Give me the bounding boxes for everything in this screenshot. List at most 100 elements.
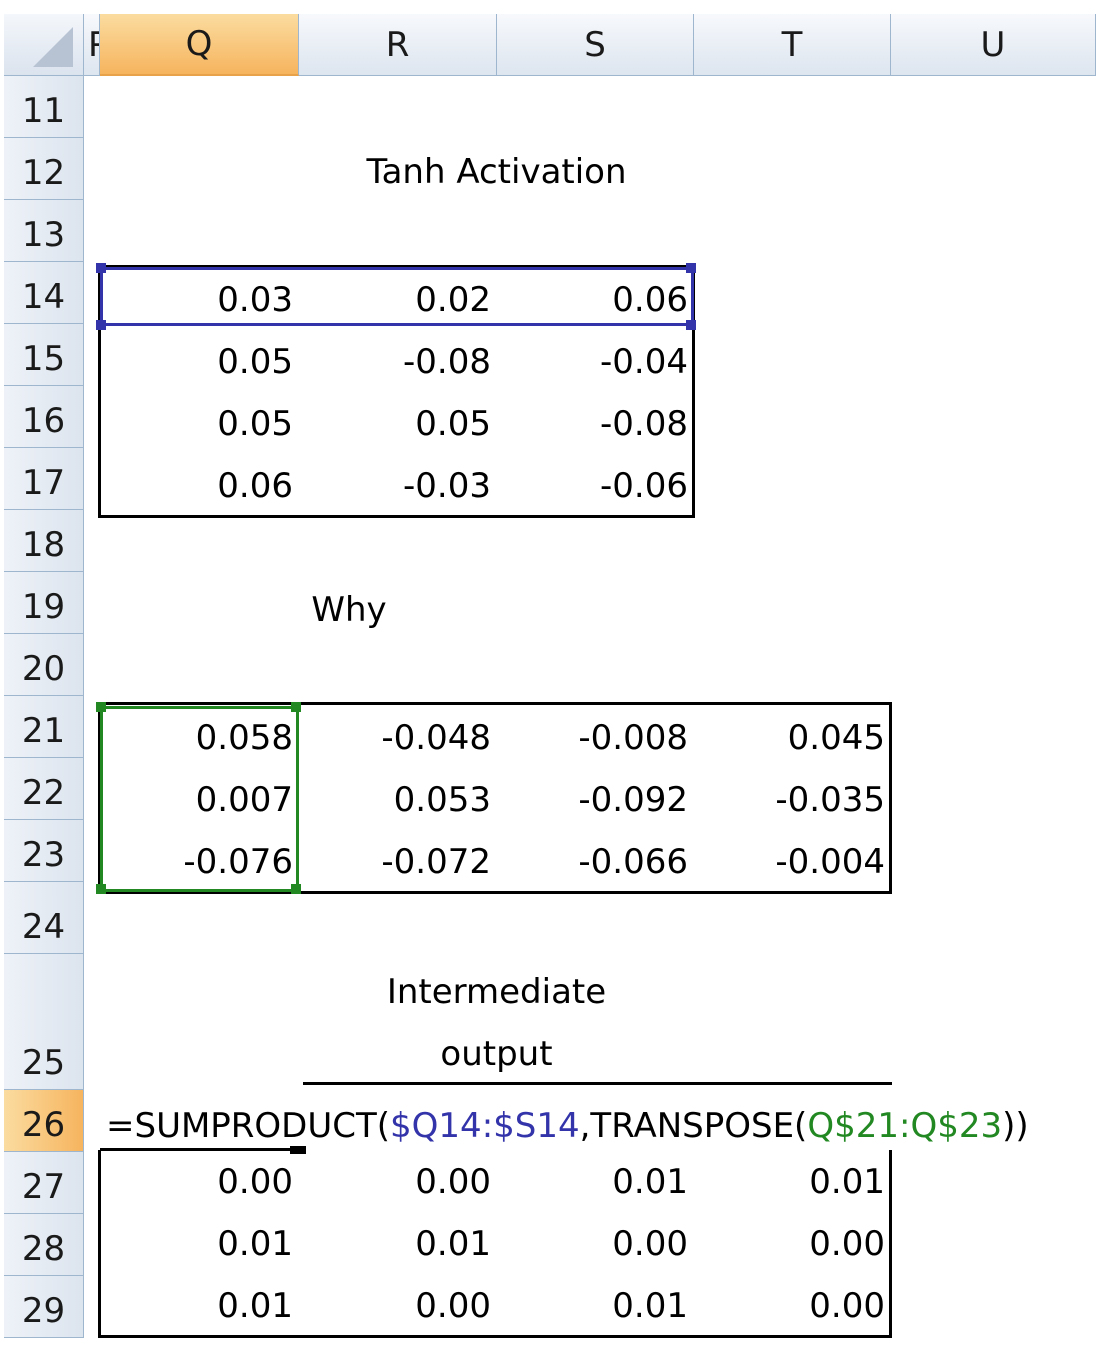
cell-s16[interactable]: -0.08 bbox=[497, 398, 694, 448]
cell-r29[interactable]: 0.00 bbox=[299, 1280, 497, 1330]
column-header-t[interactable]: T bbox=[694, 14, 891, 76]
formula-in-cell[interactable]: =SUMPRODUCT($Q14:$S14 ,TRANSPOSE(Q$21:Q$2… bbox=[106, 1096, 1029, 1146]
row-header-label: 17 bbox=[21, 463, 66, 503]
cell-q23[interactable]: -0.076 bbox=[100, 836, 299, 886]
cell-t28[interactable]: 0.00 bbox=[694, 1218, 891, 1268]
row-header-label: 25 bbox=[21, 1043, 66, 1083]
cell-q17[interactable]: 0.06 bbox=[100, 460, 299, 510]
cell-q15[interactable]: 0.05 bbox=[100, 336, 299, 386]
row-header-15[interactable]: 15 bbox=[4, 324, 84, 386]
tanh-title[interactable]: Tanh Activation bbox=[299, 146, 694, 196]
row-header-16[interactable]: 16 bbox=[4, 386, 84, 448]
row-header-28[interactable]: 28 bbox=[4, 1214, 84, 1276]
row-header-25[interactable]: 25 bbox=[4, 954, 84, 1090]
column-header-label: S bbox=[584, 24, 606, 65]
select-all-corner[interactable] bbox=[4, 14, 84, 76]
cell-t29[interactable]: 0.00 bbox=[694, 1280, 891, 1330]
row-header-14[interactable]: 14 bbox=[4, 262, 84, 324]
range-handle[interactable] bbox=[96, 702, 106, 712]
cell-r21[interactable]: -0.048 bbox=[299, 712, 497, 762]
cell-r28[interactable]: 0.01 bbox=[299, 1218, 497, 1268]
cell-s27[interactable]: 0.01 bbox=[497, 1156, 694, 1206]
formula-suffix: )) bbox=[1002, 1106, 1029, 1146]
cell-s28[interactable]: 0.00 bbox=[497, 1218, 694, 1268]
row-header-label: 12 bbox=[21, 153, 66, 193]
range-handle[interactable] bbox=[686, 263, 696, 273]
row-header-label: 15 bbox=[21, 339, 66, 379]
spreadsheet: P Q R S T U 11 12 13 14 15 16 17 18 19 2… bbox=[0, 0, 1100, 1358]
column-header-q[interactable]: Q bbox=[100, 14, 299, 76]
column-header-label: P bbox=[88, 25, 99, 65]
column-header-p[interactable]: P bbox=[84, 14, 100, 76]
row-header-27[interactable]: 27 bbox=[4, 1152, 84, 1214]
row-header-label: 26 bbox=[21, 1105, 66, 1145]
range-handle[interactable] bbox=[96, 263, 106, 273]
cell-q27[interactable]: 0.00 bbox=[100, 1156, 299, 1206]
cell-s23[interactable]: -0.066 bbox=[497, 836, 694, 886]
row-header-21[interactable]: 21 bbox=[4, 696, 84, 758]
row-header-label: 21 bbox=[21, 711, 66, 751]
row-header-29[interactable]: 29 bbox=[4, 1276, 84, 1338]
row-header-20[interactable]: 20 bbox=[4, 634, 84, 696]
column-header-label: Q bbox=[185, 24, 213, 64]
cell-r23[interactable]: -0.072 bbox=[299, 836, 497, 886]
range-handle[interactable] bbox=[291, 702, 301, 712]
row-header-label: 22 bbox=[21, 773, 66, 813]
cell-r14[interactable]: 0.02 bbox=[299, 274, 497, 324]
column-header-r[interactable]: R bbox=[299, 14, 497, 76]
intermediate-title-line2[interactable]: output bbox=[299, 1028, 694, 1078]
row-header-18[interactable]: 18 bbox=[4, 510, 84, 572]
row-header-label: 28 bbox=[21, 1229, 66, 1269]
cell-q16[interactable]: 0.05 bbox=[100, 398, 299, 448]
intermediate-top-border bbox=[303, 1082, 892, 1085]
cell-s14[interactable]: 0.06 bbox=[497, 274, 694, 324]
fill-handle[interactable] bbox=[290, 1146, 306, 1154]
cell-r22[interactable]: 0.053 bbox=[299, 774, 497, 824]
row-header-label: 20 bbox=[21, 649, 66, 689]
column-header-label: R bbox=[385, 24, 410, 65]
formula-prefix: =SUMPRODUCT( bbox=[106, 1106, 391, 1146]
row-header-22[interactable]: 22 bbox=[4, 758, 84, 820]
cell-q21[interactable]: 0.058 bbox=[100, 712, 299, 762]
cell-t27[interactable]: 0.01 bbox=[694, 1156, 891, 1206]
row-header-label: 23 bbox=[21, 835, 66, 875]
row-header-26[interactable]: 26 bbox=[4, 1090, 84, 1152]
cell-r17[interactable]: -0.03 bbox=[299, 460, 497, 510]
row-header-label: 11 bbox=[21, 91, 66, 131]
cell-s17[interactable]: -0.06 bbox=[497, 460, 694, 510]
cell-q29[interactable]: 0.01 bbox=[100, 1280, 299, 1330]
cell-t22[interactable]: -0.035 bbox=[694, 774, 891, 824]
cell-q28[interactable]: 0.01 bbox=[100, 1218, 299, 1268]
cell-t23[interactable]: -0.004 bbox=[694, 836, 891, 886]
cell-r16[interactable]: 0.05 bbox=[299, 398, 497, 448]
cell-s22[interactable]: -0.092 bbox=[497, 774, 694, 824]
row-header-24[interactable]: 24 bbox=[4, 882, 84, 954]
cell-q22[interactable]: 0.007 bbox=[100, 774, 299, 824]
row-header-label: 29 bbox=[21, 1291, 66, 1331]
row-header-17[interactable]: 17 bbox=[4, 448, 84, 510]
column-header-s[interactable]: S bbox=[497, 14, 694, 76]
row-header-13[interactable]: 13 bbox=[4, 200, 84, 262]
row-header-19[interactable]: 19 bbox=[4, 572, 84, 634]
formula-middle: ,TRANSPOSE( bbox=[579, 1106, 808, 1146]
cell-q14[interactable]: 0.03 bbox=[100, 274, 299, 324]
cell-t21[interactable]: 0.045 bbox=[694, 712, 891, 762]
select-all-icon bbox=[33, 27, 73, 67]
column-header-u[interactable]: U bbox=[891, 14, 1096, 76]
row-header-label: 18 bbox=[21, 525, 66, 565]
formula-ref-why: Q$21:Q$23 bbox=[807, 1106, 1003, 1146]
column-header-label: T bbox=[781, 24, 803, 65]
intermediate-title-line1[interactable]: Intermediate bbox=[299, 966, 694, 1016]
row-header-23[interactable]: 23 bbox=[4, 820, 84, 882]
row-header-11[interactable]: 11 bbox=[4, 76, 84, 138]
why-title[interactable]: Why bbox=[250, 584, 448, 634]
cell-r15[interactable]: -0.08 bbox=[299, 336, 497, 386]
active-cell-border bbox=[100, 1148, 290, 1151]
cell-s29[interactable]: 0.01 bbox=[497, 1280, 694, 1330]
row-header-12[interactable]: 12 bbox=[4, 138, 84, 200]
row-header-label: 16 bbox=[21, 401, 66, 441]
row-header-label: 24 bbox=[21, 907, 66, 947]
cell-r27[interactable]: 0.00 bbox=[299, 1156, 497, 1206]
cell-s15[interactable]: -0.04 bbox=[497, 336, 694, 386]
cell-s21[interactable]: -0.008 bbox=[497, 712, 694, 762]
